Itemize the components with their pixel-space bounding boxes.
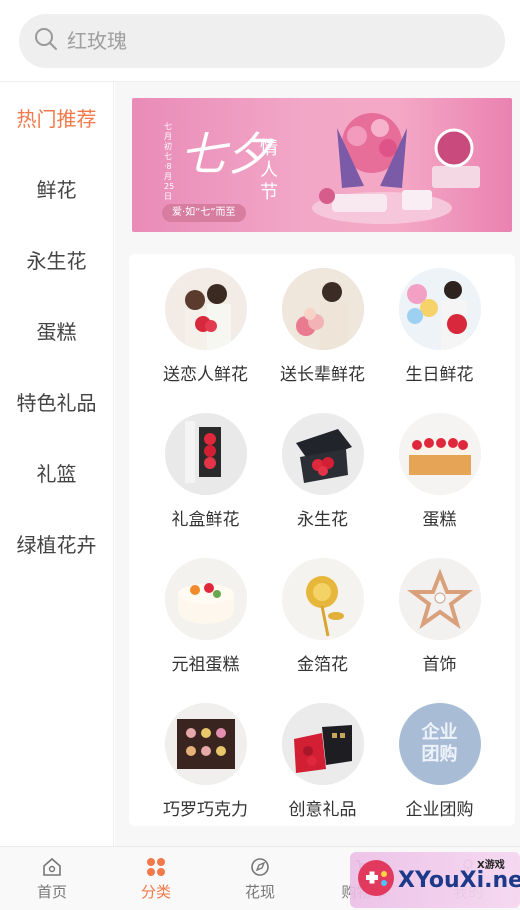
- birthday-flowers-image: [398, 268, 481, 350]
- grid-item-label: 首饰: [422, 655, 457, 675]
- sidebar-item-cake[interactable]: 蛋糕: [0, 295, 113, 366]
- grid-item-gift-box-flowers[interactable]: 礼盒鲜花: [147, 413, 264, 530]
- home-icon: [43, 857, 61, 876]
- grid-item-label: 创意礼品: [288, 800, 357, 820]
- banner-date: 七月初七·8月25日: [164, 122, 175, 201]
- enterprise-badge-text: 企业团购: [421, 722, 458, 765]
- tab-home[interactable]: 首页: [0, 847, 104, 910]
- search-input[interactable]: [67, 29, 467, 53]
- grid-item-jewelry[interactable]: 首饰: [381, 558, 498, 675]
- grid-item-label: 生日鲜花: [405, 365, 474, 385]
- sidebar-item-baskets[interactable]: 礼篮: [0, 437, 113, 508]
- grid-item-label: 送长辈鲜花: [280, 365, 365, 385]
- tab-label: 首页: [36, 882, 67, 901]
- watermark-text: XYouXi.net: [398, 868, 520, 893]
- grid-item-elder-flowers[interactable]: 送长辈鲜花: [264, 268, 381, 385]
- grid-item-label: 企业团购: [405, 800, 474, 820]
- creative-gift-image: [281, 703, 364, 785]
- grid-item-label: 礼盒鲜花: [171, 510, 240, 530]
- subcategory-card: 送恋人鲜花 送长辈鲜花 生日鲜花 礼盒鲜花 永生花 蛋糕 元祖蛋糕 金箔花 首饰…: [129, 254, 515, 826]
- grid-item-chocolate[interactable]: 巧罗巧克力: [147, 703, 264, 820]
- banner-festival: 情人节: [260, 138, 278, 203]
- enterprise-group-image: 企业团购: [398, 703, 481, 785]
- cake-image: [398, 413, 481, 495]
- grid-item-label: 巧罗巧克力: [163, 800, 248, 820]
- search-bar: [0, 0, 520, 82]
- grid-item-label: 永生花: [297, 510, 348, 530]
- grid-item-label: 金箔花: [297, 655, 348, 675]
- star-pendant-image: [398, 558, 481, 640]
- grid-item-gold-rose[interactable]: 金箔花: [264, 558, 381, 675]
- tab-label: 花现: [244, 882, 275, 901]
- fruit-cake-image: [164, 558, 247, 640]
- search-box[interactable]: [19, 14, 505, 68]
- tab-category[interactable]: 分类: [104, 847, 208, 910]
- gamepad-logo-icon: [358, 860, 394, 896]
- grid-item-preserved-flower[interactable]: 永生花: [264, 413, 381, 530]
- grid-item-label: 蛋糕: [422, 510, 457, 530]
- sidebar-item-flowers[interactable]: 鲜花: [0, 153, 113, 224]
- grid-item-fruit-cake[interactable]: 元祖蛋糕: [147, 558, 264, 675]
- gift-box-flowers-image: [164, 413, 247, 495]
- discover-icon: [251, 857, 269, 876]
- chocolate-image: [164, 703, 247, 785]
- qixi-banner[interactable]: 七月初七·8月25日 七夕 情人节 爱·如“七”而至: [132, 98, 512, 232]
- grid-item-birthday-flowers[interactable]: 生日鲜花: [381, 268, 498, 385]
- gold-rose-image: [281, 558, 364, 640]
- sidebar-item-hot[interactable]: 热门推荐: [0, 82, 113, 153]
- grid-item-label: 送恋人鲜花: [163, 365, 248, 385]
- preserved-flower-image: [281, 413, 364, 495]
- category-icon: [147, 857, 165, 876]
- category-sidebar: 热门推荐 鲜花 永生花 蛋糕 特色礼品 礼篮 绿植花卉: [0, 82, 114, 846]
- watermark-small-text: X游戏: [477, 860, 505, 871]
- grid-item-label: 元祖蛋糕: [171, 655, 240, 675]
- sidebar-item-gifts[interactable]: 特色礼品: [0, 366, 113, 437]
- couple-flowers-image: [164, 268, 247, 350]
- subcategory-grid: 送恋人鲜花 送长辈鲜花 生日鲜花 礼盒鲜花 永生花 蛋糕 元祖蛋糕 金箔花 首饰…: [147, 268, 503, 820]
- grid-item-creative-gift[interactable]: 创意礼品: [264, 703, 381, 820]
- grid-item-lover-flowers[interactable]: 送恋人鲜花: [147, 268, 264, 385]
- category-content: 七月初七·8月25日 七夕 情人节 爱·如“七”而至 送恋人鲜花 送长辈鲜花 生…: [115, 82, 520, 846]
- sidebar-item-plants[interactable]: 绿植花卉: [0, 508, 113, 579]
- grid-item-enterprise[interactable]: 企业团购 企业团购: [381, 703, 498, 820]
- grid-item-cake[interactable]: 蛋糕: [381, 413, 498, 530]
- tab-discover[interactable]: 花现: [208, 847, 312, 910]
- sidebar-item-preserved[interactable]: 永生花: [0, 224, 113, 295]
- elder-flowers-image: [281, 268, 364, 350]
- banner-tagline: 爱·如“七”而至: [162, 204, 246, 222]
- tab-label: 分类: [140, 882, 171, 901]
- search-icon[interactable]: [33, 26, 59, 56]
